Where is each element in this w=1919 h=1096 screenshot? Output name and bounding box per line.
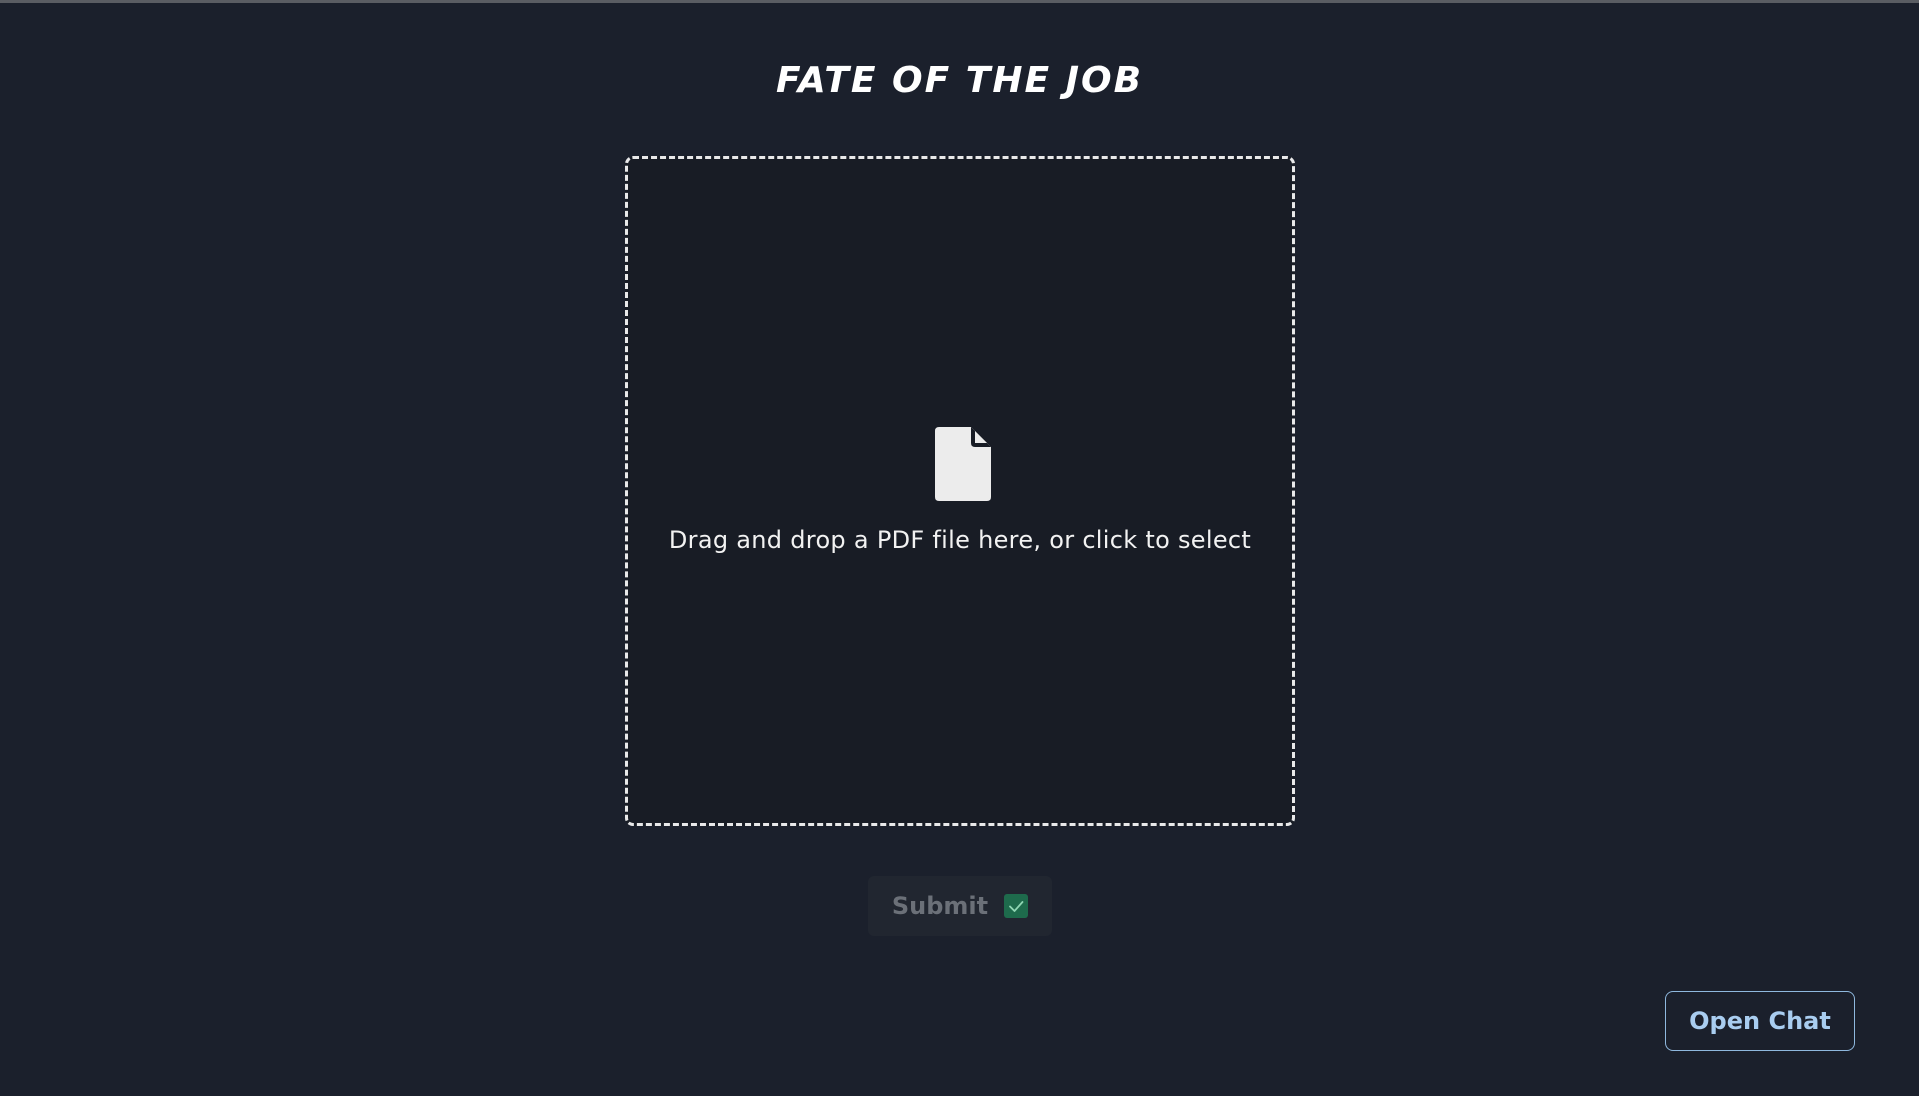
open-chat-label: Open Chat (1689, 1007, 1831, 1035)
dropzone-instruction: Drag and drop a PDF file here, or click … (668, 526, 1252, 554)
open-chat-button[interactable]: Open Chat (1665, 991, 1855, 1051)
submit-button[interactable]: Submit (868, 876, 1052, 936)
pdf-dropzone[interactable]: Drag and drop a PDF file here, or click … (625, 156, 1295, 826)
page-title: FATE OF THE JOB (775, 60, 1144, 101)
file-icon (935, 427, 991, 501)
check-icon (1004, 894, 1029, 918)
submit-label: Submit (891, 892, 989, 920)
app-root: FATE OF THE JOB Drag and drop a PDF file… (0, 3, 1919, 1096)
